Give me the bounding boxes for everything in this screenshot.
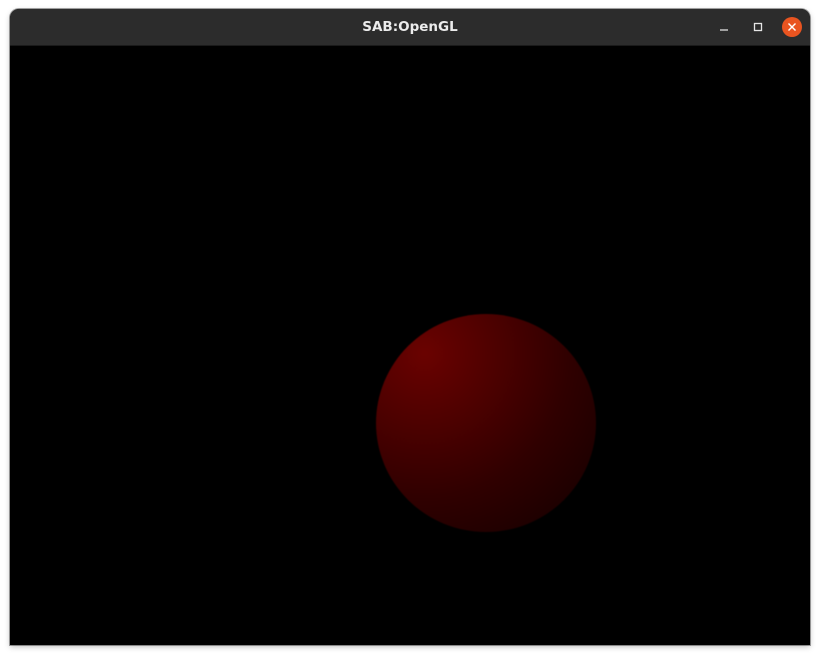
maximize-button[interactable]: [748, 17, 768, 37]
window-title: SAB:OpenGL: [362, 19, 458, 35]
minimize-icon: [719, 22, 729, 32]
close-button[interactable]: [782, 17, 802, 37]
app-window: SAB:OpenGL: [10, 9, 810, 645]
rendered-sphere: [376, 314, 596, 532]
minimize-button[interactable]: [714, 17, 734, 37]
close-icon: [787, 22, 797, 32]
maximize-icon: [753, 22, 763, 32]
title-bar[interactable]: SAB:OpenGL: [10, 9, 810, 46]
opengl-canvas[interactable]: [10, 46, 810, 645]
